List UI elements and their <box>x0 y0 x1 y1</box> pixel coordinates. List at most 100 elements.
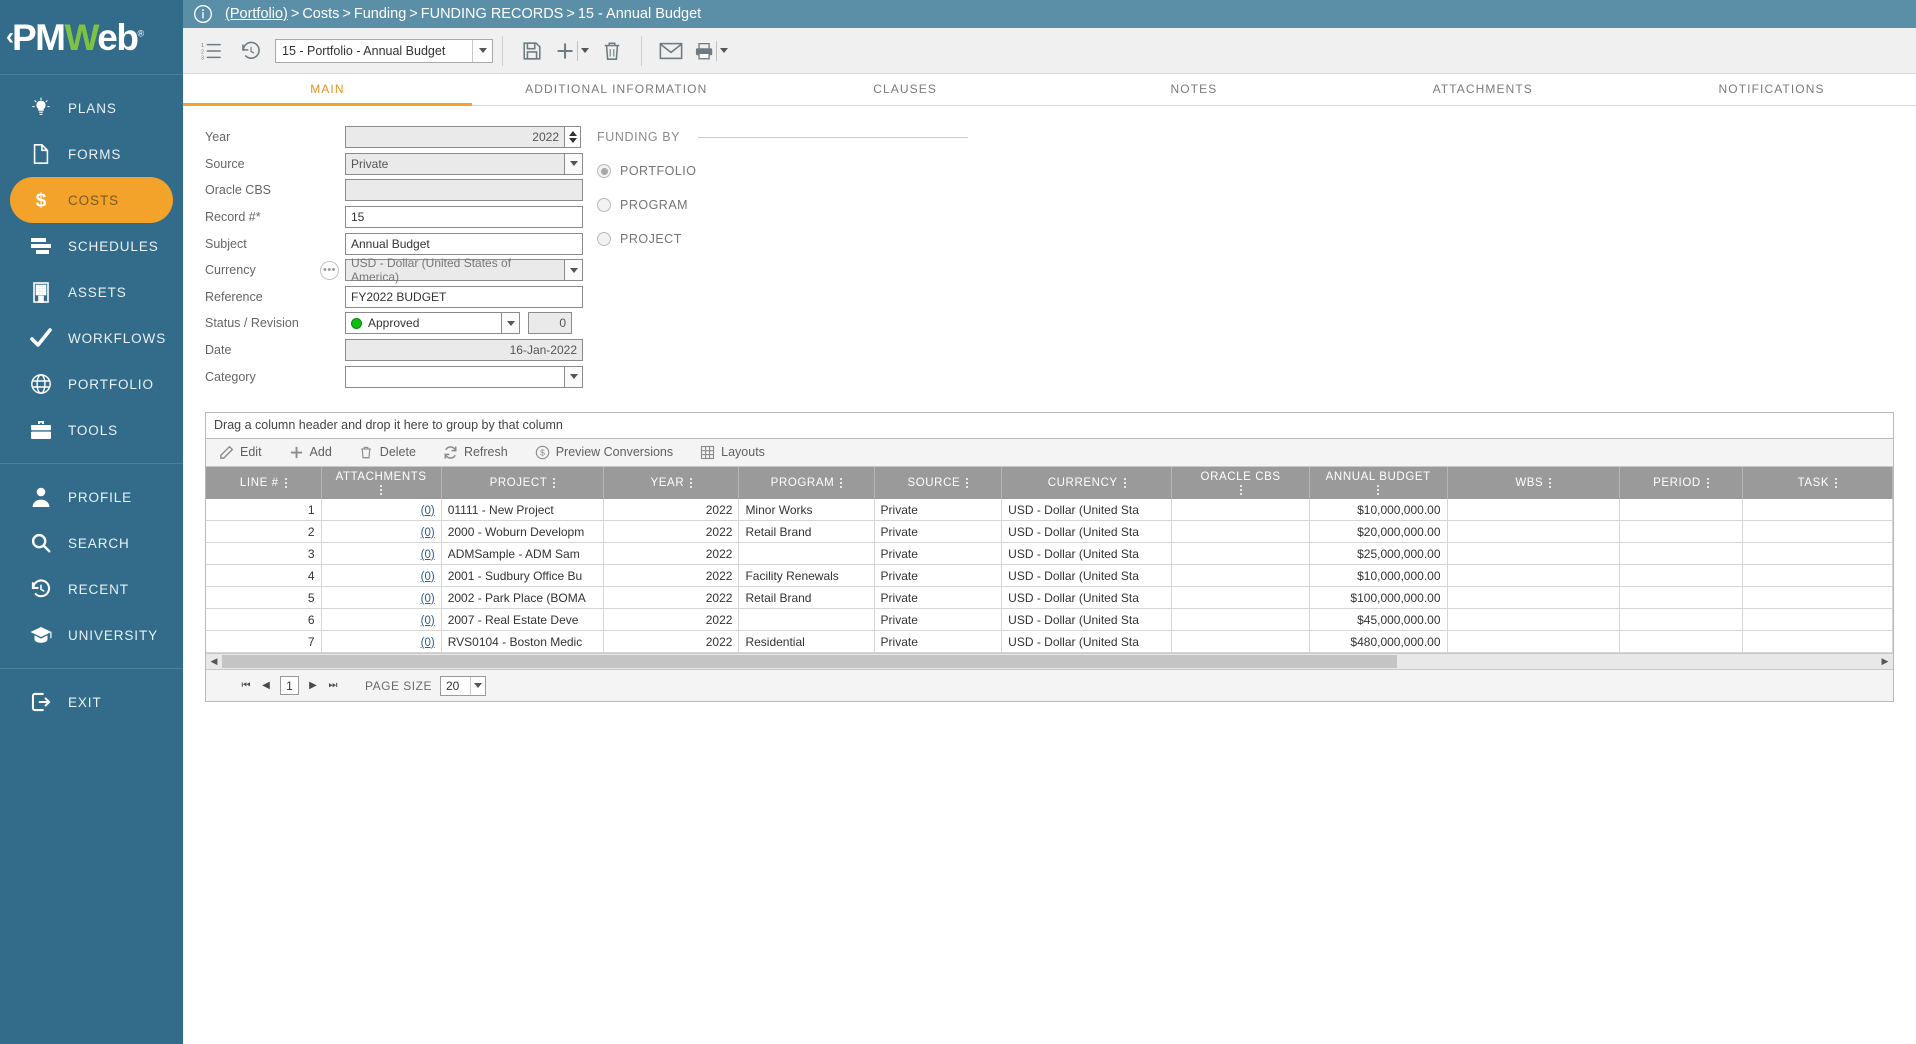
add-icon[interactable] <box>555 34 589 68</box>
refresh-button[interactable]: Refresh <box>442 444 508 460</box>
record-number-input[interactable]: 15 <box>345 206 583 229</box>
first-page-button[interactable]: ⏮ <box>238 676 254 696</box>
cell-attachments[interactable]: (0) <box>321 586 442 610</box>
layouts-button[interactable]: Layouts <box>699 444 765 460</box>
current-page[interactable]: 1 <box>280 676 299 696</box>
cell-attachments[interactable]: (0) <box>321 520 442 544</box>
history-icon[interactable] <box>234 34 268 68</box>
sidebar-item-costs[interactable]: $ COSTS <box>10 177 173 223</box>
cell-attachments[interactable]: (0) <box>321 542 442 566</box>
chevron-down-icon[interactable] <box>565 152 583 175</box>
column-header-oracle-cbs[interactable]: ORACLE CBS <box>1171 466 1310 499</box>
radio-icon[interactable] <box>597 198 611 212</box>
column-menu-icon[interactable] <box>840 477 843 488</box>
attachments-link[interactable]: (0) <box>421 593 435 605</box>
reference-input[interactable]: FY2022 BUDGET <box>345 285 583 308</box>
info-icon[interactable] <box>193 4 213 24</box>
column-menu-icon[interactable] <box>1123 477 1126 488</box>
delete-icon[interactable] <box>595 34 629 68</box>
category-select-value[interactable] <box>345 365 565 388</box>
chevron-down-icon[interactable] <box>502 312 520 335</box>
column-menu-icon[interactable] <box>380 484 383 495</box>
radio-portfolio[interactable]: PORTFOLIO <box>597 160 1916 182</box>
radio-icon[interactable] <box>597 232 611 246</box>
breadcrumb-part-costs[interactable]: Costs <box>302 6 339 22</box>
column-header-wbs[interactable]: WBS <box>1447 466 1621 499</box>
tab-notifications[interactable]: NOTIFICATIONS <box>1627 74 1916 106</box>
column-header-year[interactable]: YEAR <box>603 466 740 499</box>
email-icon[interactable] <box>654 34 688 68</box>
list-icon[interactable]: 123 <box>194 34 228 68</box>
scrollbar-thumb[interactable] <box>222 655 1398 669</box>
page-size-select[interactable]: 20 <box>439 675 486 696</box>
cell-attachments[interactable]: (0) <box>321 608 442 632</box>
year-input[interactable]: 2022 <box>345 126 565 149</box>
column-menu-icon[interactable] <box>690 477 693 488</box>
oracle-cbs-input[interactable] <box>345 179 583 202</box>
chevron-down-icon[interactable] <box>472 39 492 62</box>
year-stepper[interactable] <box>565 126 581 149</box>
add-button[interactable]: Add <box>288 444 332 460</box>
column-header-line[interactable]: LINE # <box>206 466 322 499</box>
sidebar-item-university[interactable]: UNIVERSITY <box>10 612 173 658</box>
radio-project[interactable]: PROJECT <box>597 228 1916 250</box>
save-icon[interactable] <box>515 34 549 68</box>
print-icon[interactable] <box>694 34 728 68</box>
column-menu-icon[interactable] <box>1549 477 1552 488</box>
column-menu-icon[interactable] <box>1706 477 1709 488</box>
scrollbar-track[interactable] <box>222 654 1877 669</box>
chevron-down-icon[interactable] <box>565 365 583 388</box>
table-row[interactable]: 5 (0) 2002 - Park Place (BOMA 2022 Retai… <box>206 586 1894 610</box>
chevron-down-icon[interactable] <box>581 48 589 53</box>
sidebar-item-tools[interactable]: TOOLS <box>10 407 173 453</box>
column-header-task[interactable]: TASK <box>1742 466 1894 499</box>
sidebar-item-plans[interactable]: PLANS <box>10 85 173 131</box>
next-page-button[interactable]: ▶ <box>305 676 321 696</box>
breadcrumb-part-funding[interactable]: Funding <box>354 6 406 22</box>
column-menu-icon[interactable] <box>284 477 287 488</box>
scroll-left-icon[interactable]: ◀ <box>206 654 222 669</box>
chevron-down-icon[interactable] <box>720 48 728 53</box>
subject-input[interactable]: Annual Budget <box>345 232 583 255</box>
currency-lookup-button[interactable]: ••• <box>320 260 339 280</box>
sidebar-item-forms[interactable]: FORMS <box>10 131 173 177</box>
column-menu-icon[interactable] <box>1835 477 1838 488</box>
sidebar-item-exit[interactable]: EXIT <box>10 679 173 725</box>
cell-attachments[interactable]: (0) <box>321 564 442 588</box>
tab-clauses[interactable]: CLAUSES <box>761 74 1050 106</box>
table-row[interactable]: 2 (0) 2000 - Woburn Developm 2022 Retail… <box>206 520 1894 544</box>
tab-main[interactable]: MAIN <box>183 74 472 106</box>
chevron-down-icon[interactable] <box>469 676 485 695</box>
sidebar-item-recent[interactable]: RECENT <box>10 566 173 612</box>
sidebar-item-schedules[interactable]: SCHEDULES <box>10 223 173 269</box>
delete-button[interactable]: Delete <box>358 444 416 460</box>
column-header-period[interactable]: PERIOD <box>1619 466 1743 499</box>
column-header-source[interactable]: SOURCE <box>874 466 1003 499</box>
revision-input[interactable]: 0 <box>528 312 572 335</box>
attachments-link[interactable]: (0) <box>421 615 435 627</box>
column-header-annual-budget[interactable]: ANNUAL BUDGET <box>1309 466 1448 499</box>
table-row[interactable]: 6 (0) 2007 - Real Estate Deve 2022 Priva… <box>206 608 1894 632</box>
attachments-link[interactable]: (0) <box>421 571 435 583</box>
radio-icon[interactable] <box>597 164 611 178</box>
tab-notes[interactable]: NOTES <box>1049 74 1338 106</box>
column-header-attachments[interactable]: ATTACHMENTS <box>321 466 442 499</box>
table-row[interactable]: 4 (0) 2001 - Sudbury Office Bu 2022 Faci… <box>206 564 1894 588</box>
app-logo[interactable]: ‹ PMWeb® <box>0 0 183 74</box>
column-menu-icon[interactable] <box>553 477 556 488</box>
table-row[interactable]: 3 (0) ADMSample - ADM Sam 2022 Private U… <box>206 542 1894 566</box>
sidebar-item-assets[interactable]: ASSETS <box>10 269 173 315</box>
horizontal-scrollbar[interactable]: ◀ ▶ <box>206 653 1893 670</box>
scroll-right-icon[interactable]: ▶ <box>1877 654 1893 669</box>
attachments-link[interactable]: (0) <box>421 505 435 517</box>
cell-attachments[interactable]: (0) <box>321 498 442 522</box>
table-row[interactable]: 1 (0) 01111 - New Project 2022 Minor Wor… <box>206 498 1894 522</box>
column-menu-icon[interactable] <box>1239 484 1242 495</box>
date-input[interactable]: 16-Jan-2022 <box>345 339 583 362</box>
preview-conversions-button[interactable]: $ Preview Conversions <box>534 444 673 460</box>
radio-program[interactable]: PROGRAM <box>597 194 1916 216</box>
chevron-down-icon[interactable] <box>565 259 583 282</box>
column-header-project[interactable]: PROJECT <box>441 466 605 499</box>
attachments-link[interactable]: (0) <box>421 549 435 561</box>
sidebar-item-workflows[interactable]: WORKFLOWS <box>10 315 173 361</box>
